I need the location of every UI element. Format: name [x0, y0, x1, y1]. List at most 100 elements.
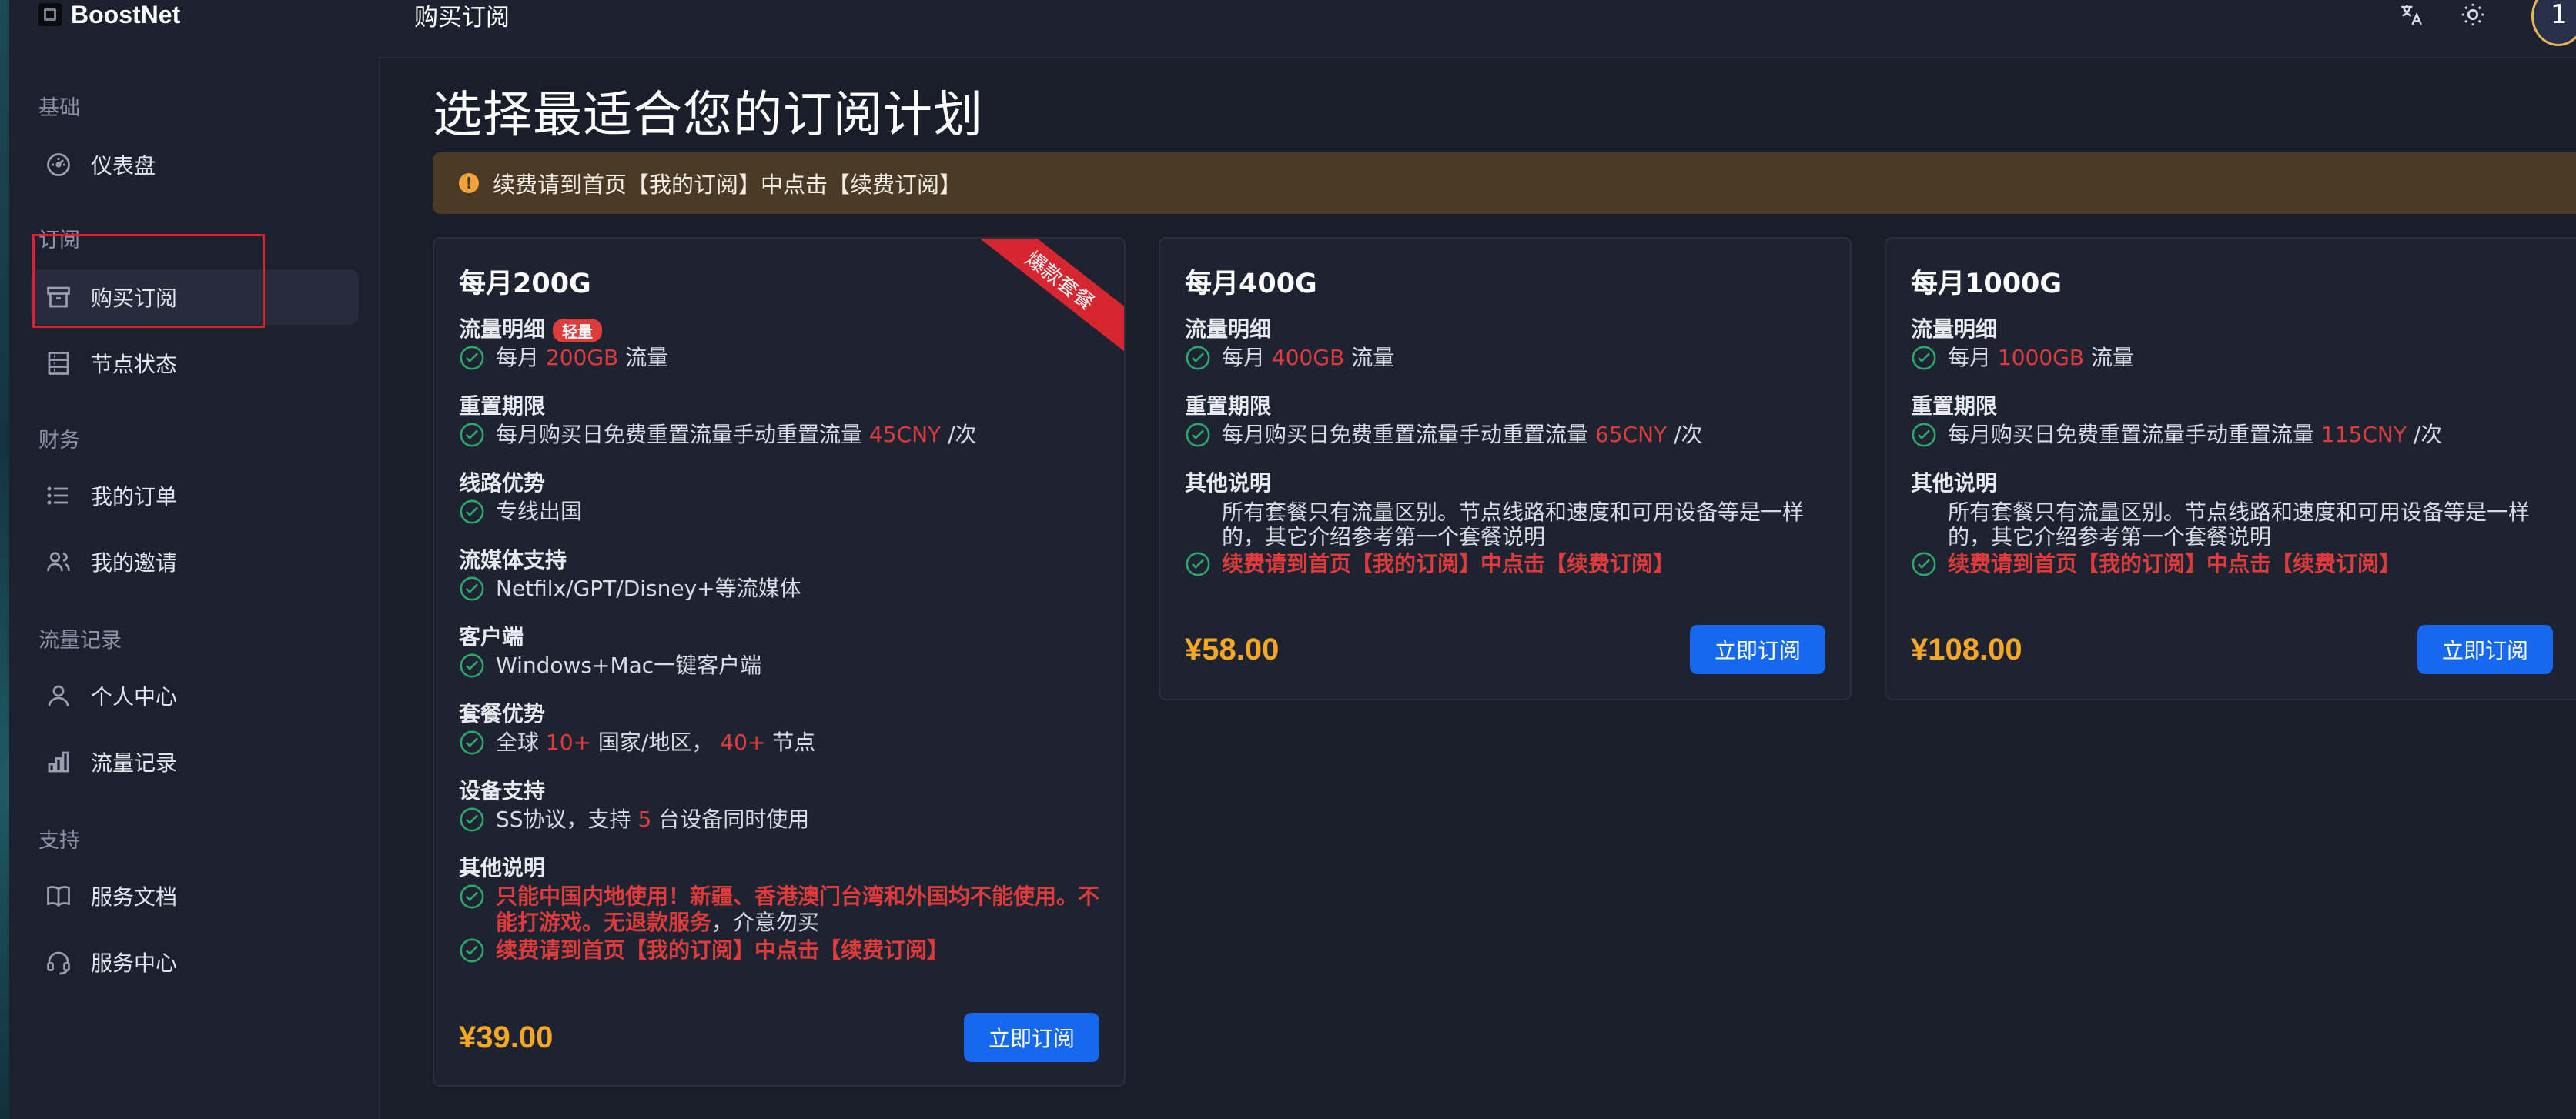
plan-name: 每月200G [459, 269, 591, 299]
feature-row: 续费请到首页【我的订阅】中点击【续费订阅】 [1911, 551, 2400, 577]
check-circle-icon [460, 807, 484, 832]
translate-icon[interactable] [2396, 0, 2427, 29]
sidebar-item-my-invites[interactable]: 我的邀请 [31, 534, 359, 590]
sidebar-group-basic: 基础 [38, 96, 80, 120]
check-circle-icon [1186, 423, 1210, 447]
feature-row: 续费请到首页【我的订阅】中点击【续费订阅】 [1185, 551, 1674, 577]
renew-alert: ! 续费请到首页【我的订阅】中点击【续费订阅】 [433, 152, 2576, 214]
check-circle-icon [1186, 552, 1210, 576]
section-label: 流量明细 轻量 [459, 312, 603, 343]
plan-card-400g: 每月400G 流量明细 每月 400GB 流量 重置期限 每月购买日免费重置流量… [1159, 237, 1852, 700]
plan-name: 每月400G [1185, 269, 1317, 299]
plan-card-1000g: 每月1000G 流量明细 每月 1000GB 流量 重置期限 每月购买日免费重置… [1885, 237, 2576, 700]
section-label: 流量明细 [1911, 316, 1998, 342]
check-circle-icon [460, 423, 484, 447]
section-label: 其他说明 [1911, 470, 1998, 496]
sidebar-group-finance: 财务 [38, 429, 80, 453]
section-label: 流量明细 [1185, 316, 1272, 342]
section-label: 套餐优势 [459, 701, 546, 727]
sidebar-item-service-center[interactable]: 服务中心 [31, 934, 359, 990]
check-circle-icon [1912, 346, 1936, 370]
book-icon [47, 886, 70, 907]
sidebar-item-node-status[interactable]: 节点状态 [31, 336, 359, 391]
plan-note: 所有套餐只有流量区别。节点线路和速度和可用设备等是一样 的，其它介绍参考第一个套餐… [1222, 499, 1805, 549]
logo-icon [38, 3, 62, 26]
top-bar [379, 0, 2576, 58]
sidebar-item-docs[interactable]: 服务文档 [31, 868, 359, 924]
server-icon [48, 352, 69, 375]
dashboard-icon [47, 153, 70, 176]
sidebar-item-label: 我的邀请 [91, 550, 178, 576]
feature-row: Netfilx/GPT/Disney+等流媒体 [459, 576, 801, 602]
user-icon [48, 685, 69, 706]
sidebar-item-label: 服务文档 [91, 884, 178, 910]
check-circle-icon [1186, 346, 1210, 370]
section-label: 重置期限 [1911, 393, 1998, 419]
feature-row: 专线出国 [459, 499, 582, 525]
alert-text: 续费请到首页【我的订阅】中点击【续费订阅】 [493, 172, 962, 198]
plan-note: 所有套餐只有流量区别。节点线路和速度和可用设备等是一样 的，其它介绍参考第一个套餐… [1948, 499, 2531, 549]
feature-row: 全球 10+ 国家/地区， 40+ 节点 [459, 730, 815, 756]
bar-chart-icon [48, 751, 69, 773]
ribbon-badge: 爆款套餐 [958, 239, 1124, 365]
plan-card-200g: 爆款套餐 每月200G 流量明细 轻量 每月 200GB 流量 重置期限 每月购买… [433, 237, 1126, 1087]
feature-row: Windows+Mac一键客户端 [459, 653, 761, 679]
sidebar-item-label: 流量记录 [91, 750, 178, 776]
desktop-edge [0, 0, 9, 1119]
sidebar-item-label: 仪表盘 [91, 153, 156, 179]
check-circle-icon [460, 938, 484, 963]
check-circle-icon [460, 730, 484, 755]
check-circle-icon [460, 346, 484, 370]
plan-name: 每月1000G [1911, 269, 2062, 299]
plan-price: ¥39.00 [459, 1020, 554, 1054]
headset-icon [47, 951, 70, 975]
sidebar-group-support: 支持 [38, 829, 80, 853]
sidebar-item-dashboard[interactable]: 仪表盘 [31, 137, 359, 192]
section-label: 其他说明 [1185, 470, 1272, 496]
check-circle-icon [460, 653, 484, 678]
check-circle-icon [1912, 423, 1936, 447]
page-heading: 购买订阅 [414, 3, 510, 32]
feature-row: 每月购买日免费重置流量手动重置流量 115CNY /次 [1911, 422, 2442, 448]
section-label: 重置期限 [459, 393, 546, 419]
app-name: BoostNet [71, 0, 181, 28]
plan-price: ¥108.00 [1911, 633, 2022, 666]
sidebar-item-label: 节点状态 [91, 352, 178, 377]
feature-row: SS协议，支持 5 台设备同时使用 [459, 807, 809, 833]
list-icon [47, 486, 68, 505]
check-circle-icon [460, 576, 484, 601]
feature-row: 续费请到首页【我的订阅】中点击【续费订阅】 [459, 937, 948, 964]
feature-row: 每月 200GB 流量 [459, 345, 668, 371]
subscribe-button[interactable]: 立即订阅 [1690, 625, 1825, 674]
section-label: 流媒体支持 [459, 547, 567, 573]
feature-row: 每月 1000GB 流量 [1911, 345, 2134, 371]
app-logo[interactable]: BoostNet [38, 0, 180, 29]
plan-price: ¥58.00 [1185, 633, 1280, 666]
sidebar-item-label: 服务中心 [91, 950, 178, 976]
check-circle-icon [460, 884, 484, 909]
feature-row: 每月 400GB 流量 [1185, 345, 1394, 371]
page-title: 选择最适合您的订阅计划 [433, 87, 983, 144]
sidebar-item-label: 个人中心 [91, 684, 178, 710]
light-badge: 轻量 [553, 318, 603, 342]
warning-icon: ! [459, 173, 479, 193]
check-circle-icon [460, 499, 484, 524]
sidebar-item-traffic-log[interactable]: 流量记录 [31, 734, 359, 790]
section-label: 其他说明 [459, 855, 546, 880]
theme-toggle-icon[interactable] [2457, 0, 2488, 29]
users-icon [47, 552, 70, 572]
section-label: 重置期限 [1185, 393, 1272, 419]
feature-row: 每月购买日免费重置流量手动重置流量 45CNY /次 [459, 422, 977, 448]
subscribe-button[interactable]: 立即订阅 [964, 1013, 1099, 1062]
section-label: 客户端 [459, 624, 524, 650]
feature-row: 只能中国内地使用！新疆、香港澳门台湾和外国均不能使用。不 能打游戏。无退款服务，介… [459, 884, 1099, 936]
section-label: 设备支持 [459, 778, 546, 803]
subscribe-button[interactable]: 立即订阅 [2417, 625, 2553, 674]
sidebar-item-my-orders[interactable]: 我的订单 [31, 468, 359, 523]
highlight-box [32, 234, 265, 328]
sidebar-group-traffic: 流量记录 [38, 629, 122, 653]
section-label: 线路优势 [459, 470, 546, 496]
sidebar-item-profile[interactable]: 个人中心 [31, 668, 359, 723]
check-circle-icon [1912, 552, 1936, 576]
feature-row: 每月购买日免费重置流量手动重置流量 65CNY /次 [1185, 422, 1703, 448]
